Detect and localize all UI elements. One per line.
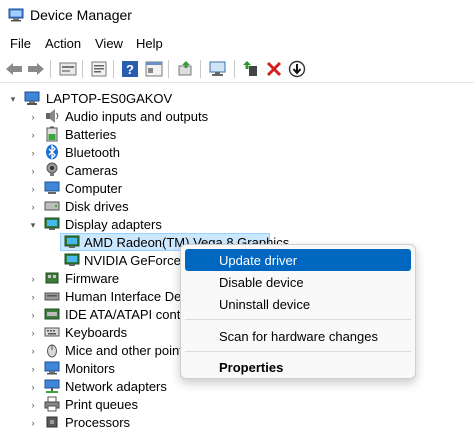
toolbar: ? — [0, 56, 474, 82]
expand-chevron-icon[interactable]: › — [28, 400, 38, 410]
monitor-icon — [44, 361, 60, 375]
display-adapter-icon — [44, 217, 60, 230]
collapse-chevron-icon[interactable]: ▾ — [8, 94, 18, 104]
disable-device-menu-item[interactable]: Disable device — [185, 271, 411, 293]
update-driver-menu-item[interactable]: Update driver — [185, 249, 411, 271]
tree-item-mice[interactable]: Mice and other pointi — [65, 343, 186, 358]
back-icon[interactable] — [4, 59, 24, 79]
tree-item-cameras[interactable]: Cameras — [65, 163, 118, 178]
tree-item-keyboards[interactable]: Keyboards — [65, 325, 127, 340]
menu-bar: File Action View Help — [0, 34, 474, 54]
tree-item-computer[interactable]: Computer — [65, 181, 122, 196]
properties-menu-item[interactable]: Properties — [185, 356, 411, 378]
uninstall-device-menu-item[interactable]: Uninstall device — [185, 293, 411, 315]
title-bar: Device Manager — [0, 0, 474, 32]
forward-icon[interactable] — [26, 59, 46, 79]
device-manager-icon — [8, 8, 24, 22]
expand-chevron-icon[interactable]: › — [28, 184, 38, 194]
printer-icon — [44, 396, 60, 412]
toolbar-separator — [234, 60, 235, 78]
menu-file[interactable]: File — [10, 36, 31, 51]
help-icon[interactable]: ? — [120, 59, 140, 79]
expand-chevron-icon[interactable]: › — [28, 418, 38, 428]
display-adapter-icon — [64, 253, 80, 266]
scan-icon[interactable] — [208, 59, 228, 79]
expand-chevron-icon[interactable]: › — [28, 364, 38, 374]
toolbar-separator — [50, 60, 51, 78]
up-icon[interactable] — [58, 59, 78, 79]
tree-item-processors[interactable]: Processors — [65, 415, 130, 428]
expand-chevron-icon[interactable]: › — [28, 274, 38, 284]
bluetooth-icon — [46, 144, 58, 160]
disable-icon[interactable] — [287, 59, 307, 79]
expand-chevron-icon[interactable]: › — [28, 346, 38, 356]
ide-controller-icon — [44, 308, 60, 320]
toolbar-divider — [0, 82, 474, 83]
computer-icon — [24, 91, 40, 105]
keyboard-icon — [44, 327, 60, 337]
window-title: Device Manager — [30, 7, 132, 23]
tree-item-audio[interactable]: Audio inputs and outputs — [65, 109, 208, 124]
expand-chevron-icon[interactable]: › — [28, 166, 38, 176]
expand-chevron-icon[interactable]: › — [28, 202, 38, 212]
menu-action[interactable]: Action — [45, 36, 81, 51]
menu-separator — [185, 351, 411, 352]
tree-item-firmware[interactable]: Firmware — [65, 271, 119, 286]
hid-icon — [44, 292, 60, 301]
tree-item-disk-drives[interactable]: Disk drives — [65, 199, 129, 214]
tree-item-ide[interactable]: IDE ATA/ATAPI controll — [65, 307, 198, 322]
scan-hardware-menu-item[interactable]: Scan for hardware changes — [185, 325, 411, 347]
firmware-icon — [45, 272, 59, 284]
camera-icon — [46, 162, 58, 176]
tree-item-hid[interactable]: Human Interface Devic — [65, 289, 197, 304]
network-adapter-icon — [44, 379, 60, 393]
tree-item-nvidia[interactable]: NVIDIA GeForce G — [84, 253, 195, 268]
display-adapter-icon — [64, 235, 80, 248]
menu-separator — [185, 319, 411, 320]
tree-item-print-queues[interactable]: Print queues — [65, 397, 138, 412]
svg-text:?: ? — [126, 62, 134, 77]
expand-chevron-icon[interactable]: › — [28, 310, 38, 320]
toolbar-separator — [82, 60, 83, 78]
add-driver-icon[interactable] — [242, 59, 262, 79]
menu-help[interactable]: Help — [136, 36, 163, 51]
toolbar-separator — [200, 60, 201, 78]
collapse-chevron-icon[interactable]: ▾ — [28, 220, 38, 230]
toolbar-separator — [168, 60, 169, 78]
mouse-icon — [47, 344, 57, 358]
view-icon[interactable] — [144, 59, 164, 79]
expand-chevron-icon[interactable]: › — [28, 292, 38, 302]
expand-chevron-icon[interactable]: › — [28, 328, 38, 338]
expand-chevron-icon[interactable]: › — [28, 130, 38, 140]
expand-chevron-icon[interactable]: › — [28, 112, 38, 122]
tree-item-bluetooth[interactable]: Bluetooth — [65, 145, 120, 160]
context-menu: Update driver Disable device Uninstall d… — [180, 244, 416, 379]
monitor-icon — [44, 181, 60, 194]
tree-item-monitors[interactable]: Monitors — [65, 361, 115, 376]
menu-view[interactable]: View — [95, 36, 123, 51]
toolbar-separator — [113, 60, 114, 78]
tree-item-network-adapters[interactable]: Network adapters — [65, 379, 167, 394]
properties-icon[interactable] — [89, 59, 109, 79]
processor-icon — [46, 416, 58, 428]
expand-chevron-icon[interactable]: › — [28, 382, 38, 392]
expand-chevron-icon[interactable]: › — [28, 148, 38, 158]
hidden-devices-icon[interactable] — [176, 59, 196, 79]
tree-root-label[interactable]: LAPTOP-ES0GAKOV — [46, 91, 172, 106]
tree-item-batteries[interactable]: Batteries — [65, 127, 116, 142]
speaker-icon — [46, 109, 59, 123]
battery-icon — [46, 126, 58, 142]
uninstall-icon[interactable] — [264, 59, 284, 79]
tree-item-display-adapters[interactable]: Display adapters — [65, 217, 162, 232]
disk-drive-icon — [44, 201, 60, 211]
